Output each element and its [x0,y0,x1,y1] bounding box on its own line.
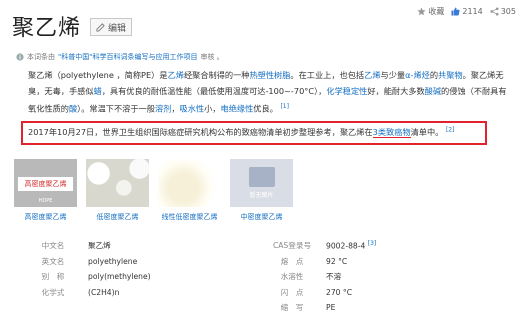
info-row: 缩 写 PE [18,300,508,316]
info-row: 中文名 聚乙烯 CAS登录号 9002-88-4 [3] [18,238,508,254]
placeholder-label: 暂无图片 [249,192,274,199]
info-value: 92 °C [326,256,348,266]
info-value: 270 °C [326,287,353,297]
image-placeholder-icon [248,167,275,187]
gallery-item[interactable]: 线性低密度聚乙烯 [158,159,221,222]
link-solvent[interactable]: 溶剂 [155,104,171,114]
ldpe-image[interactable] [86,159,149,207]
intro-text: ， [171,103,180,114]
gallery-caption[interactable]: 低密度聚乙烯 [97,212,139,222]
gallery-item[interactable]: 暂无图片 中密度聚乙烯 [230,159,293,222]
favorite-label: 收藏 [428,7,445,16]
info-value: poly(methylene) [88,272,151,282]
reference-link[interactable]: [2] [446,126,455,133]
gallery-caption[interactable]: 高密度聚乙烯 [25,212,67,222]
image-sublabel: HDPE [38,198,53,204]
info-row: 化学式 (C2H4)n 闪 点 270 °C [18,285,508,301]
intro-text: 经聚合制得的一种 [183,70,250,80]
link-thermoplastic[interactable]: 热塑性树脂 [249,70,290,80]
link-group3-carcinogen[interactable]: 3类致癌物 [372,127,411,138]
info-value: polyethylene [88,256,138,266]
intro-text: 的 [429,70,439,80]
info-label: 别 称 [41,272,65,282]
info-row: 别 称 poly(methylene) 水溶性 不溶 [18,269,508,285]
info-label: 熔 点 [280,256,304,266]
info-label: 英文名 [41,256,65,266]
link-copolymer[interactable]: 共聚物 [438,70,463,80]
favorite-button[interactable]: 收藏 [417,6,444,17]
intro-text: ）。常温下不溶于一般 [77,103,155,114]
edit-label: 编辑 [108,23,127,34]
share-button[interactable]: 305 [490,7,516,16]
link-alpha-olefin[interactable]: α-烯烃 [405,70,430,80]
link-ethylene[interactable]: 乙烯 [364,70,380,80]
highlight-text-part: 清单中。 [410,127,444,137]
info-label: 闪 点 [280,287,304,297]
info-label: 水溶性 [280,272,304,282]
info-label: CAS登录号 [272,241,312,251]
info-value: 聚乙烯 [88,241,111,251]
link-electrical-insulation[interactable]: 电绝缘性 [221,104,254,114]
info-label: 化学式 [41,287,65,297]
review-source-link[interactable]: "科普中国"科学百科词条编写与应用工作项目 [58,52,197,62]
highlight-text-part: 2017年10月27日，世界卫生组织国际癌症研究机构公布的致癌物清单初步整理参考… [28,127,373,137]
edit-icon [96,22,105,32]
reference-link[interactable]: [3] [368,240,377,247]
highlight-text: 2017年10月27日，世界卫生组织国际癌症研究机构公布的致癌物清单初步整理参考… [28,126,454,138]
top-actions: 收藏 2114 305 [417,6,516,17]
lldpe-image[interactable] [158,159,221,207]
info-value: (C2H4)n [88,287,120,297]
gallery-item[interactable]: 低密度聚乙烯 [86,159,149,222]
like-count: 2114 [462,7,483,16]
intro-text: 好，能耐大多数 [367,85,425,96]
edit-button[interactable]: 编辑 [90,18,133,36]
share-icon [490,7,499,16]
gallery-caption[interactable]: 线性低密度聚乙烯 [162,212,218,222]
intro-text: 小， [204,103,221,114]
review-prefix: 本词条由 [27,53,55,61]
review-note: 本词条由 "科普中国"科学百科词条编写与应用工作项目 审核 。 [16,52,224,62]
link-acid-base[interactable]: 酸碱 [425,86,441,96]
info-value: PE [326,303,336,313]
info-icon [16,53,24,61]
info-value: 不溶 [326,272,342,282]
intro-text: 聚乙烯（polyethylene ，简称PE）是 [28,70,168,80]
info-label: 中文名 [41,241,65,251]
link-ethylene[interactable]: 乙烯 [168,70,184,80]
info-row: 英文名 polyethylene 熔 点 92 °C [18,254,508,270]
page-title: 聚乙烯 [12,16,82,41]
intro-text: 优良。 [253,103,278,114]
like-button[interactable]: 2114 [451,7,483,16]
intro-text: 。在工业上，也包括 [290,70,365,80]
share-count: 305 [500,7,516,16]
hdpe-image[interactable]: 高密度聚乙烯 HDPE [14,159,77,207]
cas-number: 9002-88-4 [326,242,366,252]
info-label: 缩 写 [280,303,304,313]
thumb-up-icon [451,7,460,16]
link-acid[interactable]: 酸 [69,104,77,114]
info-value: 9002-88-4 [3] [326,240,376,251]
gallery-item[interactable]: 高密度聚乙烯 HDPE 高密度聚乙烯 [14,159,77,222]
intro-paragraph: 聚乙烯（polyethylene ，简称PE）是乙烯经聚合制得的一种热塑性树脂。… [28,68,512,117]
image-gallery: 高密度聚乙烯 HDPE 高密度聚乙烯 低密度聚乙烯 线性低密度聚乙烯 暂无图片 … [14,159,293,222]
mdpe-placeholder-image[interactable]: 暂无图片 [230,159,293,207]
link-wax[interactable]: 蜡 [94,86,102,96]
star-icon [417,7,426,16]
link-water-absorption[interactable]: 吸水性 [180,104,205,114]
review-suffix: 审核 。 [200,53,224,61]
gallery-caption[interactable]: 中密度聚乙烯 [241,212,283,222]
intro-text: 与少量 [380,70,406,80]
link-chemical-stability[interactable]: 化学稳定性 [326,86,367,96]
image-label: 高密度聚乙烯 [18,177,73,191]
basic-info-table: 中文名 聚乙烯 CAS登录号 9002-88-4 [3] 英文名 polyeth… [18,238,508,316]
reference-link[interactable]: [1] [280,103,289,110]
intro-text: ，具有优良的耐低温性能（最低使用温度可达-100~-70°C）， [101,85,327,96]
